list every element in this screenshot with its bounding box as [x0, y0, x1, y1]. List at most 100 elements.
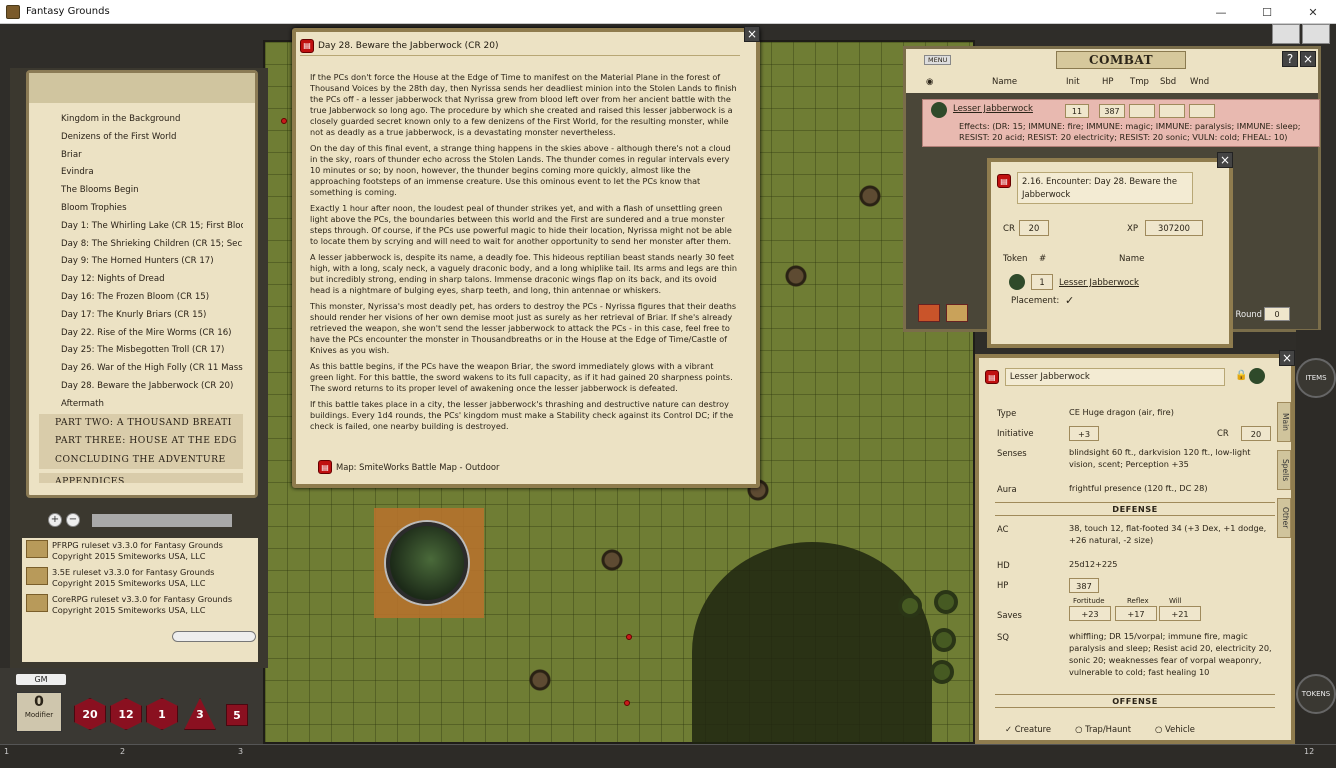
story-part-header[interactable]: CONCLUDING THE ADVENTURE — [39, 450, 243, 470]
hd-value[interactable]: 25d12+225 — [1069, 558, 1118, 570]
reflex-field[interactable]: +17 — [1115, 606, 1157, 621]
close-icon[interactable]: × — [1217, 152, 1233, 168]
list-item[interactable]: Briar — [39, 147, 243, 165]
add-button[interactable]: + — [48, 513, 62, 527]
list-item[interactable]: Day 8: The Shrieking Children (CR 15; Se… — [39, 236, 243, 254]
story-search-input[interactable] — [92, 513, 232, 527]
map-pin[interactable] — [281, 118, 287, 124]
cr-field[interactable]: 20 — [1241, 426, 1271, 441]
minimize-button[interactable]: — — [1198, 0, 1244, 24]
d10-die[interactable]: 1 — [146, 698, 178, 730]
remove-button[interactable]: − — [66, 513, 80, 527]
list-item[interactable]: Day 25: The Misbegotten Troll (CR 17) — [39, 342, 243, 360]
kind-vehicle[interactable]: ○ Vehicle — [1155, 724, 1195, 734]
type-value[interactable]: CE Huge dragon (air, fire) — [1069, 406, 1174, 418]
npc-token-icon[interactable] — [1009, 274, 1025, 290]
encounter-link-icon[interactable]: ▤ — [997, 174, 1011, 188]
aura-value[interactable]: frightful presence (120 ft., DC 28) — [1069, 482, 1208, 494]
kind-creature[interactable]: ✓ Creature — [1005, 724, 1051, 734]
initiative-field[interactable]: +3 — [1069, 426, 1099, 441]
list-item[interactable]: Day 22. Rise of the Mire Worms (CR 16) — [39, 325, 243, 343]
close-icon[interactable]: × — [744, 26, 760, 42]
close-icon[interactable]: × — [1300, 51, 1316, 67]
close-icon[interactable]: × — [1279, 350, 1295, 366]
story-index-list[interactable]: Kingdom in the Background Denizens of the… — [39, 111, 243, 483]
npc-count-field[interactable]: 1 — [1031, 274, 1053, 290]
hotkey-slot[interactable]: 2 — [120, 747, 125, 756]
list-item[interactable]: Day 9: The Horned Hunters (CR 17) — [39, 253, 243, 271]
tmp-field[interactable] — [1129, 104, 1155, 118]
npc-name[interactable]: Lesser Jabberwock — [1004, 368, 1225, 386]
story-link-icon[interactable]: ▤ — [300, 38, 314, 53]
creature-token-icon[interactable] — [931, 102, 947, 118]
npc-token-icon[interactable] — [1249, 368, 1265, 384]
list-item[interactable]: Evindra — [39, 164, 243, 182]
next-actor-icon[interactable] — [918, 304, 940, 322]
init-field[interactable]: 11 — [1065, 104, 1089, 118]
will-field[interactable]: +21 — [1159, 606, 1201, 621]
tab-other[interactable]: Other — [1277, 498, 1291, 538]
story-map-link[interactable]: ▤ Map: SmiteWorks Battle Map - Outdoor — [318, 460, 499, 474]
senses-value[interactable]: blindsight 60 ft., darkvision 120 ft., l… — [1069, 446, 1269, 470]
close-window-button[interactable]: ✕ — [1290, 0, 1336, 24]
chat-entry[interactable] — [172, 631, 256, 642]
list-item[interactable]: Day 26. War of the High Folly (CR 11 Mas… — [39, 360, 243, 378]
tab-spells[interactable]: Spells — [1277, 450, 1291, 490]
maximize-button[interactable]: ☐ — [1244, 0, 1290, 24]
xp-field[interactable]: 307200 — [1145, 220, 1203, 236]
list-item[interactable]: Day 17: The Knurly Briars (CR 15) — [39, 307, 243, 325]
help-icon[interactable]: ? — [1282, 51, 1298, 67]
d12-die[interactable]: 12 — [110, 698, 142, 730]
d20-die[interactable]: 20 — [74, 698, 106, 730]
list-item[interactable]: Day 16: The Frozen Bloom (CR 15) — [39, 289, 243, 307]
eye-icon[interactable]: ◉ — [926, 77, 933, 87]
next-round-icon[interactable] — [946, 304, 968, 322]
list-item[interactable]: Day 12: Nights of Dread — [39, 271, 243, 289]
offense-header: OFFENSE — [995, 694, 1275, 708]
d6-die[interactable]: 5 — [226, 704, 248, 726]
tab-main[interactable]: Main — [1277, 402, 1291, 442]
story-part-header[interactable]: PART THREE: HOUSE AT THE EDG — [39, 432, 243, 451]
story-part-header[interactable]: APPENDICES — [39, 473, 243, 483]
kind-trap[interactable]: ○ Trap/Haunt — [1075, 724, 1131, 734]
cr-field[interactable]: 20 — [1019, 220, 1049, 236]
ac-value[interactable]: 38, touch 12, flat-footed 34 (+3 Dex, +1… — [1069, 522, 1275, 546]
d8-die[interactable]: 3 — [184, 698, 216, 730]
jabberwock-map-token[interactable] — [386, 522, 468, 604]
hotkey-slot[interactable]: 12 — [1304, 747, 1314, 756]
combat-row[interactable]: Lesser Jabberwock 11 387 Effects: (DR: 1… — [922, 99, 1320, 147]
npc-link-icon[interactable]: ▤ — [985, 370, 999, 384]
hp-field[interactable]: 387 — [1069, 578, 1099, 593]
menu-button[interactable]: MENU — [924, 55, 952, 65]
list-item[interactable]: Kingdom in the Background — [39, 111, 243, 129]
map-link-icon[interactable]: ▤ — [318, 460, 332, 474]
map-pin[interactable] — [624, 700, 630, 706]
lock-icon[interactable]: 🔒 — [1235, 370, 1247, 381]
modifier-box[interactable]: 0 Modifier — [16, 692, 62, 732]
list-item[interactable]: Day 28. Beware the Jabberwock (CR 20) — [39, 378, 243, 396]
round-value[interactable]: 0 — [1264, 307, 1290, 321]
list-item[interactable]: Denizens of the First World — [39, 129, 243, 147]
placement-check-icon[interactable]: ✓ — [1065, 294, 1074, 307]
tokens-button[interactable]: TOKENS — [1296, 674, 1336, 714]
list-item[interactable]: Bloom Trophies — [39, 200, 243, 218]
bush-token — [934, 590, 958, 614]
npc-name-link[interactable]: Lesser Jabberwock — [1059, 278, 1139, 288]
tool-button[interactable] — [1272, 24, 1300, 44]
combatant-name[interactable]: Lesser Jabberwock — [953, 104, 1033, 114]
fortitude-field[interactable]: +23 — [1069, 606, 1111, 621]
story-part-header[interactable]: PART TWO: A THOUSAND BREATI — [39, 413, 243, 433]
sq-value[interactable]: whiffling; DR 15/vorpal; immune fire, ma… — [1069, 630, 1275, 678]
senses-label: Senses — [997, 448, 1027, 458]
wnd-field[interactable] — [1189, 104, 1215, 118]
tool-button[interactable] — [1302, 24, 1330, 44]
sbd-field[interactable] — [1159, 104, 1185, 118]
map-pin[interactable] — [626, 634, 632, 640]
hp-field[interactable]: 387 — [1099, 104, 1125, 118]
hotkey-slot[interactable]: 1 — [4, 747, 9, 756]
list-item[interactable]: The Blooms Begin — [39, 182, 243, 200]
hotkey-slot[interactable]: 3 — [238, 747, 243, 756]
list-item[interactable]: Day 1: The Whirling Lake (CR 15; First B… — [39, 218, 243, 236]
list-item[interactable]: Aftermath — [39, 396, 243, 414]
items-button[interactable]: ITEMS — [1296, 358, 1336, 398]
